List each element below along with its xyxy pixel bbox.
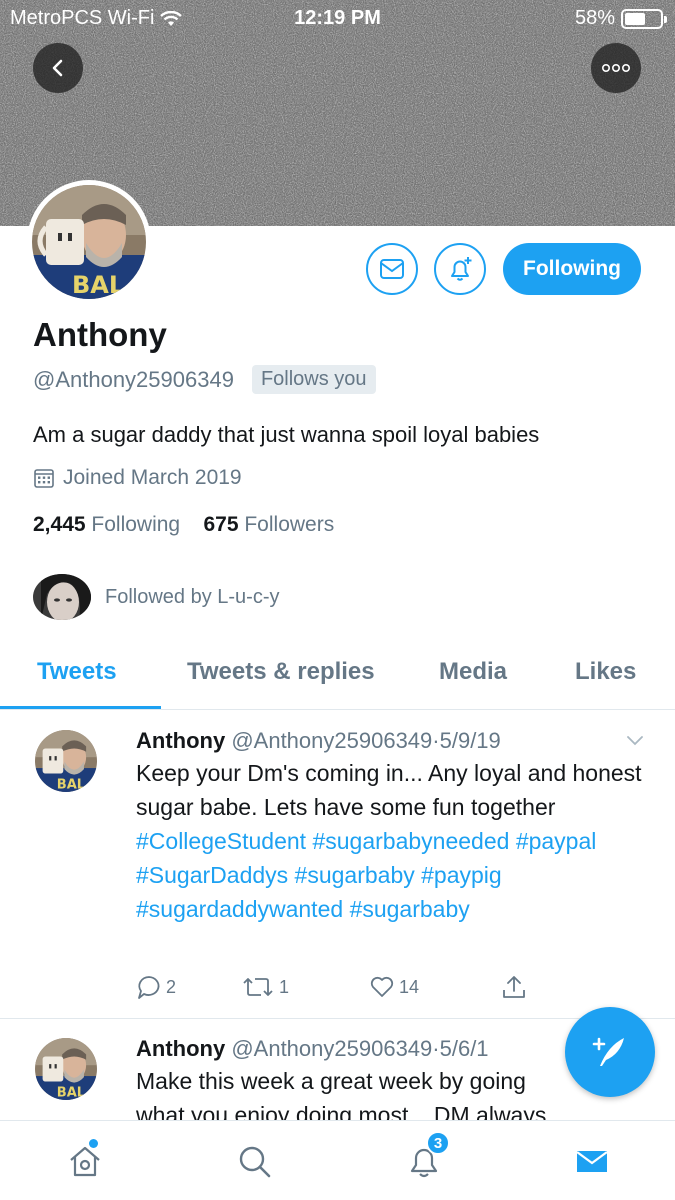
retweet-count: 1 xyxy=(279,976,290,997)
bell-plus-icon xyxy=(451,257,472,281)
followed-by-label: Followed by L-u-c-y xyxy=(105,585,280,608)
hashtag-link[interactable]: #sugarbabyneeded xyxy=(312,828,509,854)
chevron-left-icon xyxy=(52,59,63,77)
heart-icon xyxy=(370,976,394,997)
notifications-toggle-button[interactable] xyxy=(434,243,486,295)
status-bar: MetroPCS Wi-Fi 12:19 PM 58% xyxy=(0,0,675,36)
hashtag-link[interactable]: #sugarbaby xyxy=(295,862,415,888)
tweet-text-line: what you enjoy doing most... DM always xyxy=(136,1102,547,1120)
battery-info: 58% xyxy=(574,7,667,30)
tweet-divider xyxy=(0,1018,675,1019)
bottom-navigation: 3 xyxy=(0,1120,675,1200)
like-button[interactable]: 14 xyxy=(369,975,419,999)
message-button[interactable] xyxy=(366,243,418,295)
reply-count: 2 xyxy=(166,976,177,997)
following-count-link[interactable]: 2,445 Following xyxy=(33,513,180,536)
handle-row: @Anthony25906349 Follows you xyxy=(33,365,376,394)
hashtag-link[interactable]: #sugarbaby xyxy=(350,896,470,922)
profile-avatar[interactable]: BAL xyxy=(27,180,151,304)
tweet-author-handle: @Anthony25906349 xyxy=(231,728,433,753)
calendar-icon xyxy=(34,469,54,488)
share-icon xyxy=(503,976,525,998)
nav-messages[interactable] xyxy=(570,1139,614,1183)
tweet-actions: 2 1 14 xyxy=(136,974,527,1000)
profile-tabs: Tweets Tweets & replies Media Likes xyxy=(0,640,675,710)
more-options-button[interactable] xyxy=(591,43,641,93)
tweet-avatar[interactable]: BAL xyxy=(35,1038,97,1100)
follows-you-badge: Follows you xyxy=(251,365,376,394)
profile-bio: Am a sugar daddy that just wanna spoil l… xyxy=(33,422,540,447)
hashtag-link[interactable]: #sugardaddywanted xyxy=(136,896,343,922)
nav-notifications[interactable]: 3 xyxy=(402,1131,450,1183)
nav-search[interactable] xyxy=(232,1139,276,1183)
follow-counts: 2,445 Following 675 Followers xyxy=(33,513,334,537)
retweet-button[interactable]: 1 xyxy=(241,975,289,999)
hashtag-link[interactable]: #paypig xyxy=(421,862,502,888)
following-count: 2,445 xyxy=(33,513,86,536)
share-button[interactable] xyxy=(501,974,527,1000)
active-tab-indicator xyxy=(0,706,161,709)
chevron-down-icon xyxy=(627,736,643,746)
tweet-body: Anthony @Anthony25906349·5/9/19 Keep you… xyxy=(136,728,656,926)
hashtag-link[interactable]: #CollegeStudent xyxy=(136,828,306,854)
tab-tweets-replies[interactable]: Tweets & replies xyxy=(187,658,375,686)
home-icon xyxy=(70,1146,100,1177)
tweet-author-name: Anthony xyxy=(136,1036,226,1061)
svg-text:BAL: BAL xyxy=(72,271,124,299)
hashtag-link[interactable]: #paypal xyxy=(516,828,597,854)
tweet-date: 5/9/19 xyxy=(439,728,501,753)
tab-likes[interactable]: Likes xyxy=(575,658,636,686)
follower-avatar xyxy=(33,574,91,620)
status-time: 12:19 PM xyxy=(294,7,381,29)
search-icon xyxy=(239,1146,271,1178)
tweet-item[interactable]: BAL Anthony @Anthony25906349·5/9/19 Keep… xyxy=(0,728,675,1018)
joined-label: Joined March 2019 xyxy=(63,466,242,489)
feather-plus-icon xyxy=(592,1037,624,1066)
tweet-avatar[interactable]: BAL xyxy=(35,730,97,792)
tweet-author-handle: @Anthony25906349 xyxy=(231,1036,433,1061)
reply-icon xyxy=(138,976,160,999)
more-icon xyxy=(601,63,630,73)
retweet-icon xyxy=(243,978,273,996)
followers-count: 675 xyxy=(203,513,239,536)
svg-text:BAL: BAL xyxy=(57,1086,85,1100)
battery-icon xyxy=(621,8,667,29)
profile-handle: @Anthony25906349 xyxy=(33,366,234,392)
new-content-dot xyxy=(89,1139,98,1148)
envelope-icon xyxy=(380,259,404,279)
joined-date: Joined March 2019 xyxy=(33,466,242,490)
like-count: 14 xyxy=(399,976,420,997)
notifications-badge: 3 xyxy=(426,1131,450,1155)
envelope-icon xyxy=(576,1151,608,1172)
followed-by[interactable]: Followed by L-u-c-y xyxy=(33,574,280,620)
nav-home[interactable] xyxy=(63,1139,107,1183)
tab-tweets[interactable]: Tweets xyxy=(37,658,117,686)
tweet-text-body: Keep your Dm's coming in... Any loyal an… xyxy=(136,760,642,820)
tweet-date: 5/6/1 xyxy=(439,1036,489,1061)
followers-count-link[interactable]: 675 Followers xyxy=(203,513,334,536)
reply-button[interactable]: 2 xyxy=(136,974,176,1000)
avatar-image: BAL xyxy=(32,185,146,299)
hashtag-link[interactable]: #SugarDaddys xyxy=(136,862,288,888)
following-button[interactable]: Following xyxy=(503,243,641,295)
followers-label: Followers xyxy=(244,513,335,536)
compose-tweet-button[interactable] xyxy=(565,1007,655,1097)
profile-name: Anthony xyxy=(33,316,167,353)
tweet-text: Keep your Dm's coming in... Any loyal an… xyxy=(136,756,656,926)
tweet-header: Anthony @Anthony25906349·5/9/19 xyxy=(136,728,501,753)
tab-media[interactable]: Media xyxy=(439,658,507,686)
svg-text:BAL: BAL xyxy=(57,778,85,792)
back-button[interactable] xyxy=(33,43,83,93)
battery-percent: 58% xyxy=(574,7,615,29)
tweet-author-name: Anthony xyxy=(136,728,226,753)
tweet-menu-button[interactable] xyxy=(625,734,645,753)
following-label: Following xyxy=(91,513,181,536)
